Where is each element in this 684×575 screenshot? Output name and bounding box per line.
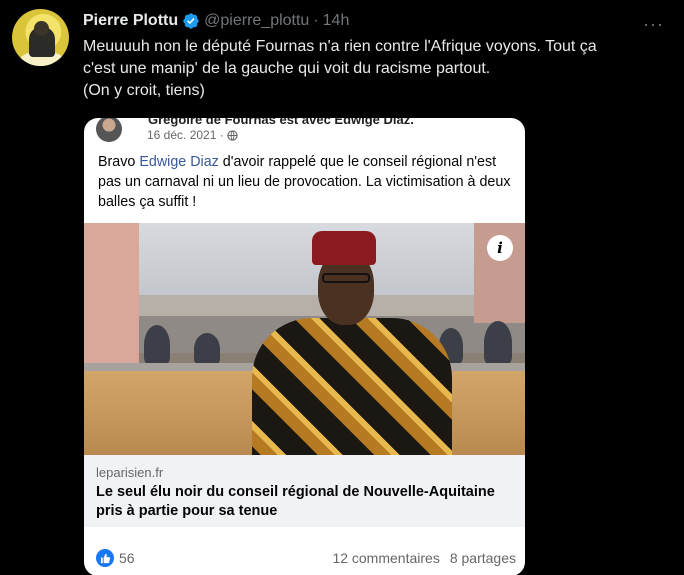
tweet-timestamp[interactable]: 14h <box>323 12 350 30</box>
tweet-header: Pierre Plottu @pierre_plottu · 14h <box>83 10 349 32</box>
photo-person <box>194 333 220 365</box>
avatar-figure-head <box>34 21 49 36</box>
fb-mention-link: Edwige Diaz <box>139 154 219 170</box>
fb-post-text: Bravo Edwige Diaz d'avoir rappelé que le… <box>98 152 518 212</box>
info-icon[interactable]: i <box>487 235 513 261</box>
tweet-text-line: Meuuuuh non le député Fournas n'a rien c… <box>83 38 597 55</box>
link-title: Le seul élu noir du conseil régional de … <box>96 484 495 519</box>
author-avatar[interactable] <box>12 9 69 66</box>
article-photo: i <box>84 223 525 455</box>
photo-person <box>484 321 512 365</box>
author-name[interactable]: Pierre Plottu <box>83 12 178 30</box>
fb-author-line: Grégoire de Fournas est avec Edwige Diaz… <box>148 118 414 127</box>
separator-dot: · <box>313 12 319 29</box>
likes-count: 56 <box>119 550 135 566</box>
link-preview[interactable]: leparisien.fr Le seul élu noir du consei… <box>84 455 525 527</box>
photo-background-screen <box>134 223 474 295</box>
link-domain: leparisien.fr <box>96 465 164 480</box>
shares-count: 8 partages <box>449 550 516 566</box>
comments-count: 12 commentaires <box>332 550 440 566</box>
author-handle[interactable]: @pierre_plottu <box>204 12 309 30</box>
photo-man-hat <box>312 231 376 265</box>
verified-badge-icon <box>183 13 199 29</box>
fb-post-date: 16 déc. 2021 · <box>147 128 238 142</box>
fb-date-text: 16 déc. 2021 · <box>147 128 224 142</box>
embedded-facebook-screenshot[interactable]: Grégoire de Fournas est avec Edwige Diaz… <box>84 118 525 575</box>
photo-person <box>144 325 170 365</box>
fb-post-stats: 56 12 commentaires 8 partages <box>96 548 516 568</box>
thumbs-up-icon <box>96 549 114 567</box>
photo-man-body <box>252 318 452 455</box>
photo-man-glasses <box>322 273 370 283</box>
globe-icon <box>227 129 238 141</box>
fb-text-before: Bravo <box>98 154 140 170</box>
tweet-text-line: c'est une manip' de la gauche qui voit d… <box>83 60 491 77</box>
tweet-text-line: (On y croit, tiens) <box>83 82 205 99</box>
tweet-text: Meuuuuh non le député Fournas n'a rien c… <box>83 36 663 102</box>
fb-author-avatar <box>96 118 122 142</box>
more-horizontal-icon[interactable]: ··· <box>643 14 664 35</box>
